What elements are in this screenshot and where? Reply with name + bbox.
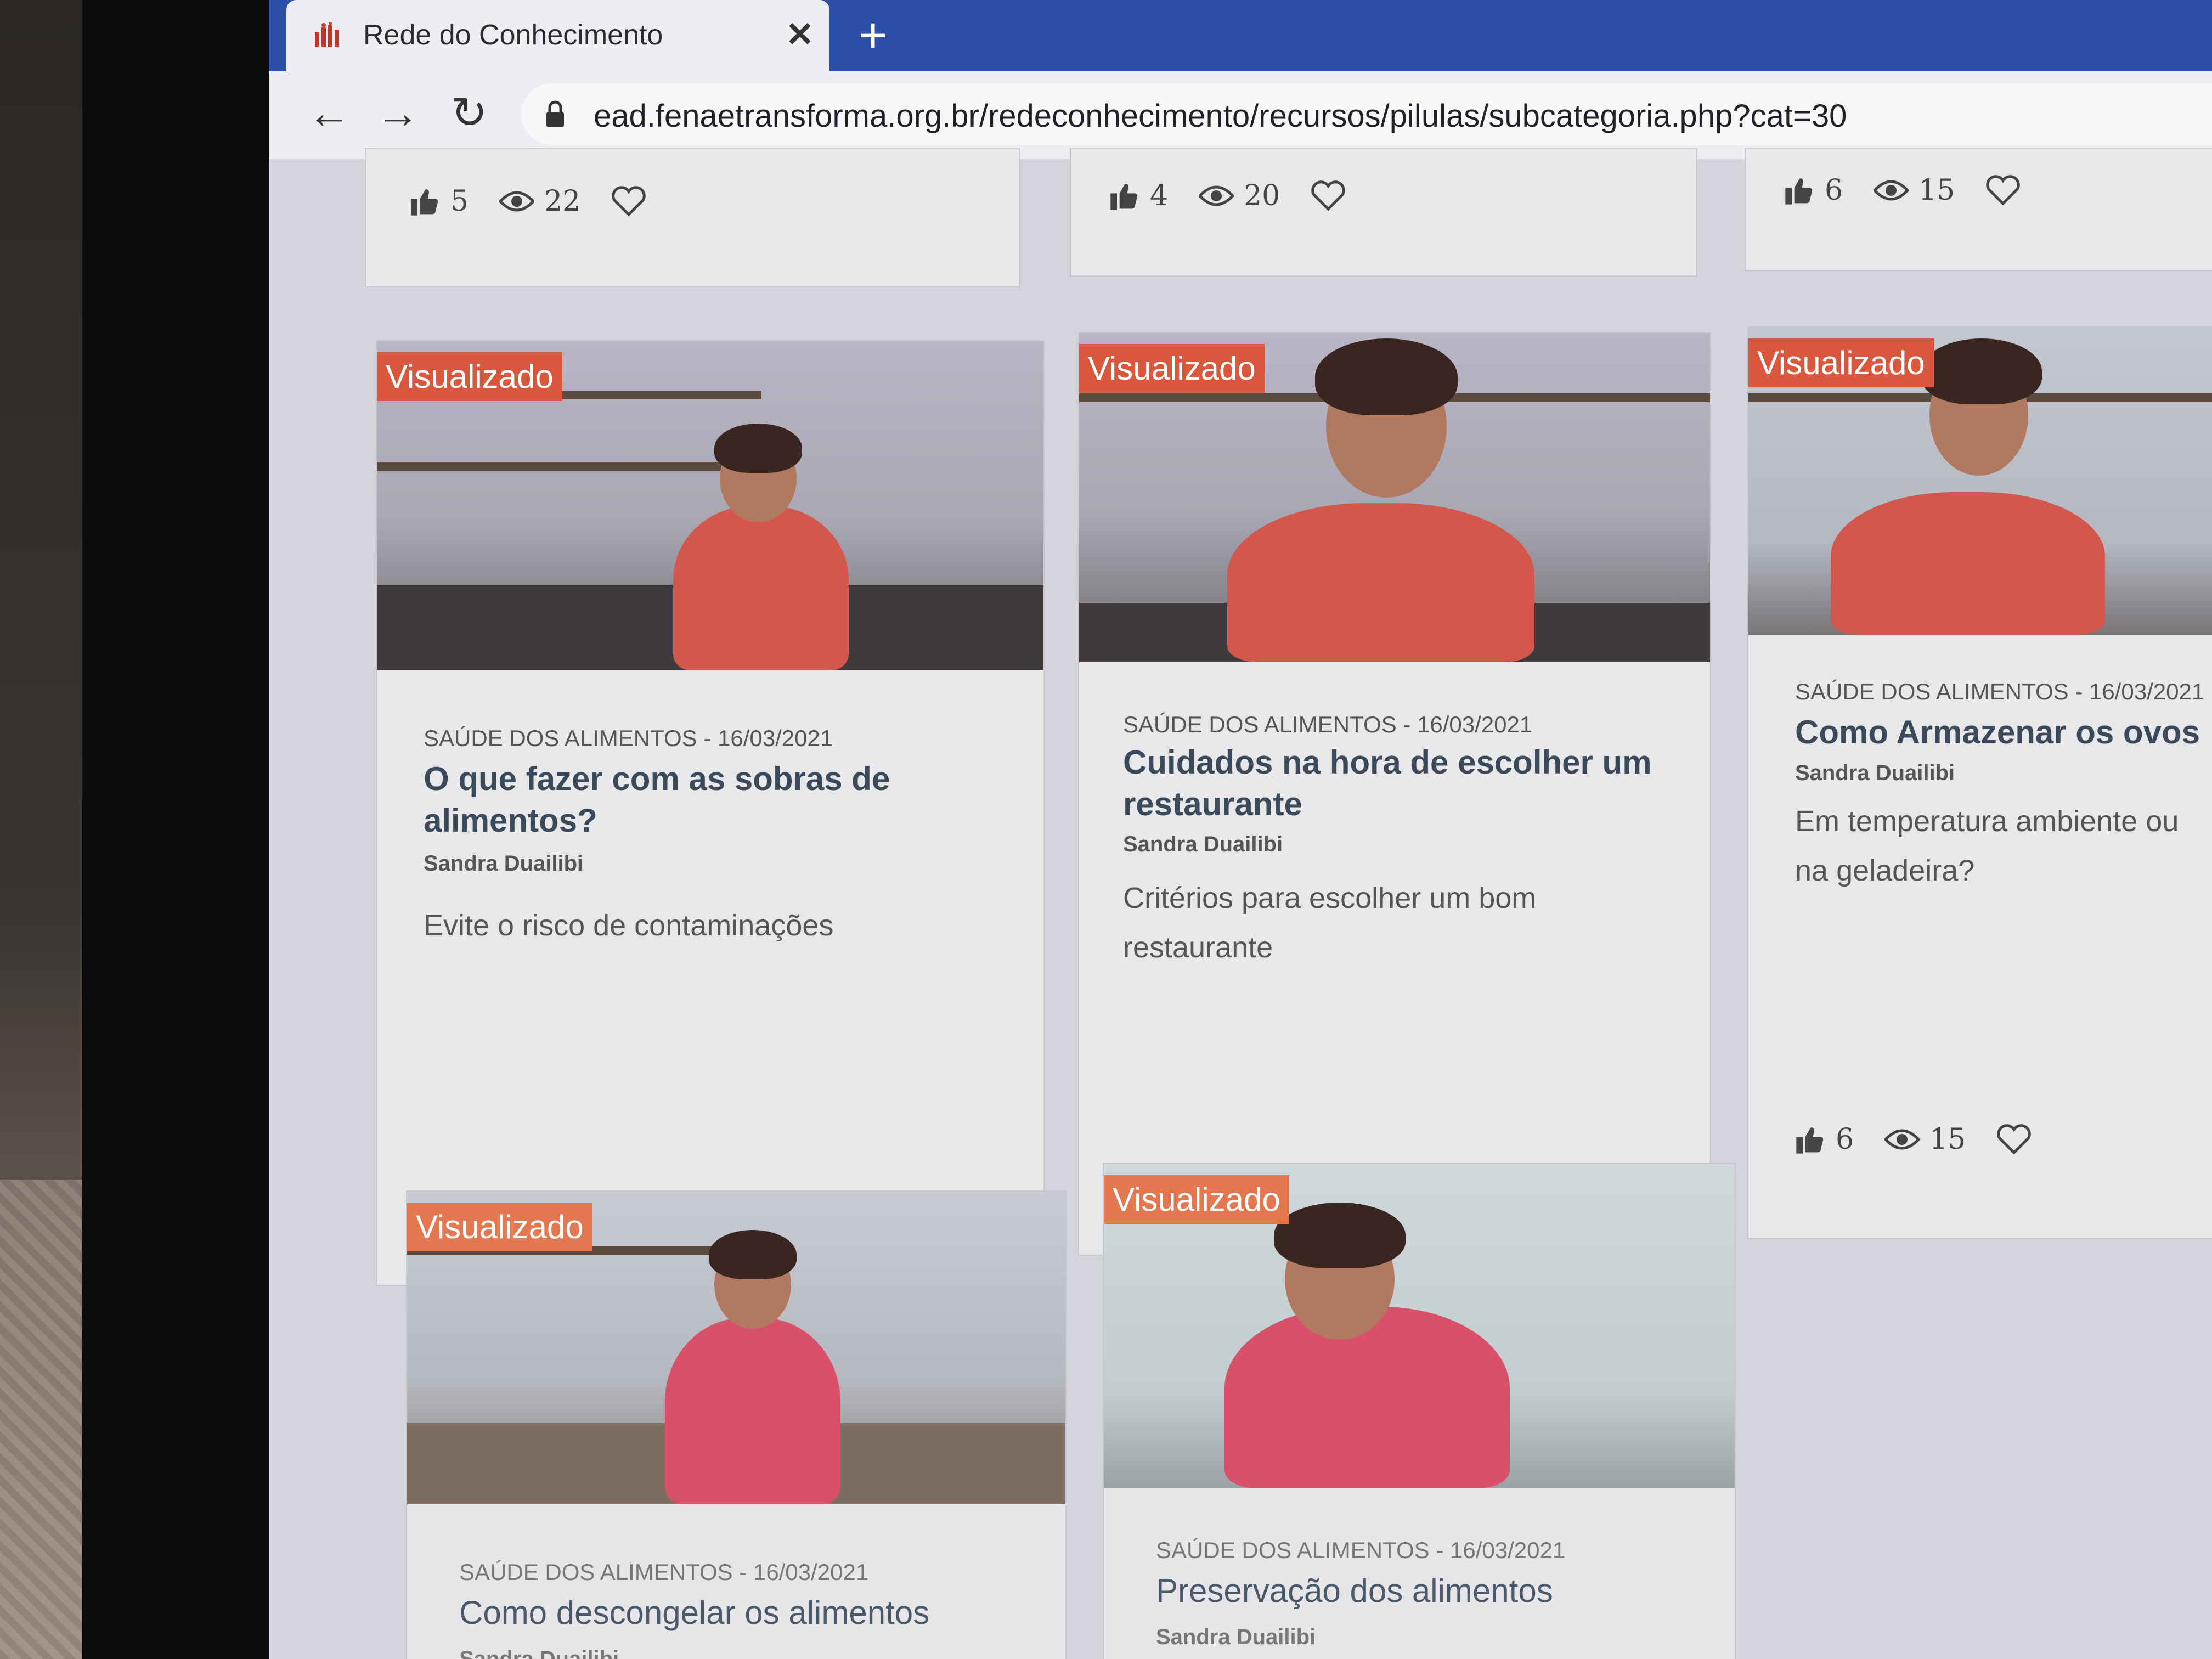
tab-rede-do-conhecimento[interactable]: Rede do Conhecimento ✕ [286, 0, 830, 72]
heart-icon [612, 186, 646, 217]
card-title[interactable]: Preservação dos alimentos [1156, 1570, 1705, 1612]
forward-button[interactable]: → [376, 91, 420, 135]
favorite-button[interactable] [1985, 175, 2021, 206]
like-count: 5 [450, 185, 469, 218]
favorite-button[interactable] [1311, 180, 1346, 211]
video-thumbnail[interactable]: Visualizado [1748, 328, 2212, 635]
video-thumbnail[interactable]: Visualizado [407, 1192, 1065, 1504]
card-stats: 4 20 [1109, 177, 1346, 215]
favorite-button[interactable] [1996, 1124, 2032, 1155]
card-stats: 6 15 [1784, 171, 2021, 210]
card-category-date: SAÚDE DOS ALIMENTOS - 16/03/2021 [424, 725, 833, 751]
card-author: Sandra Duailibi [1156, 1625, 1316, 1649]
browser-window: Rede do Conhecimento ✕ + ← → ↻ ead.fenae… [269, 0, 2212, 1659]
card-description: Evite o risco de contaminações [424, 909, 834, 942]
video-card[interactable]: Visualizado SAÚDE DOS ALIMENTOS - 16/03/… [1747, 326, 2212, 1239]
video-card[interactable]: Visualizado SAÚDE DOS ALIMENTOS - 16/03/… [1078, 332, 1711, 1256]
eye-icon [1884, 1129, 1920, 1150]
viewed-badge: Visualizado [377, 352, 562, 401]
viewed-badge: Visualizado [1079, 344, 1265, 393]
card-description: Em temperatura ambiente ou na geladeira? [1795, 805, 2179, 887]
view-stat: 22 [499, 185, 580, 218]
eye-icon [1199, 185, 1234, 206]
heart-icon [1997, 1124, 2031, 1155]
tab-strip: Rede do Conhecimento ✕ + [269, 0, 2212, 72]
card-description: Nunca guarde alimentos não embalados [1156, 1647, 1705, 1659]
view-stat: 15 [1874, 174, 1955, 207]
video-card[interactable]: Visualizado SAÚDE DOS ALIMENTOS - 16/03/… [406, 1190, 1066, 1659]
heart-icon [1311, 180, 1345, 211]
like-count: 6 [1825, 174, 1843, 207]
like-button[interactable]: 5 [410, 185, 469, 218]
thumbs-up-icon [1796, 1127, 1824, 1154]
site-logo-icon [315, 22, 339, 47]
view-count: 22 [544, 185, 581, 218]
card-top-3[interactable]: 6 15 [1745, 148, 2212, 271]
card-author: Sandra Duailibi [459, 1647, 619, 1659]
url-text: ead.fenaetransforma.org.br/redeconhecime… [594, 98, 1847, 134]
eye-icon [1874, 180, 1909, 201]
like-count: 4 [1150, 179, 1169, 212]
eye-icon [499, 191, 535, 212]
card-author: Sandra Duailibi [1123, 832, 1283, 856]
tab-title: Rede do Conhecimento [363, 19, 663, 51]
video-card[interactable]: Visualizado SAÚDE DOS ALIMENTOS - 16/03/… [376, 340, 1045, 1286]
view-count: 15 [1918, 174, 1955, 207]
thumbs-up-icon [1785, 178, 1813, 205]
like-count: 6 [1836, 1123, 1854, 1156]
back-button[interactable]: ← [307, 91, 351, 135]
view-count: 15 [1929, 1123, 1966, 1156]
card-title[interactable]: Como descongelar os alimentos [459, 1592, 1035, 1634]
video-thumbnail[interactable]: Visualizado [1079, 333, 1710, 662]
card-top-2[interactable]: 4 20 [1070, 148, 1697, 276]
new-tab-button[interactable]: + [859, 8, 888, 64]
card-title[interactable]: O que fazer com as sobras de alimentos? [424, 758, 972, 842]
card-category-date: SAÚDE DOS ALIMENTOS - 16/03/2021 [1795, 679, 2205, 704]
card-stats: 5 22 [410, 182, 646, 221]
card-title[interactable]: Cuidados na hora de escolher um restaura… [1123, 742, 1672, 825]
card-stats: 6 15 [1795, 1120, 2032, 1159]
thumbs-up-icon [1110, 184, 1138, 210]
card-category-date: SAÚDE DOS ALIMENTOS - 16/03/2021 [459, 1559, 869, 1585]
card-top-1[interactable]: 5 22 [365, 148, 1020, 287]
like-button[interactable]: 4 [1109, 179, 1168, 212]
address-bar[interactable]: ead.fenaetransforma.org.br/redeconhecime… [521, 83, 2212, 145]
viewed-badge: Visualizado [1104, 1175, 1289, 1224]
like-button[interactable]: 6 [1795, 1123, 1854, 1156]
card-title[interactable]: Como Armazenar os ovos [1795, 712, 2212, 753]
video-thumbnail[interactable]: Visualizado [377, 341, 1043, 670]
browser-toolbar: ← → ↻ ead.fenaetransforma.org.br/redecon… [269, 71, 2212, 160]
like-button[interactable]: 6 [1784, 174, 1843, 207]
view-count: 20 [1244, 179, 1280, 212]
thumbs-up-icon [411, 189, 438, 216]
video-thumbnail[interactable]: Visualizado [1104, 1164, 1735, 1488]
card-category-date: SAÚDE DOS ALIMENTOS - 16/03/2021 [1156, 1537, 1566, 1563]
view-stat: 15 [1884, 1123, 1966, 1156]
favorite-button[interactable] [611, 186, 646, 217]
heart-icon [1986, 175, 2020, 206]
viewed-badge: Visualizado [1748, 338, 1934, 387]
card-author: Sandra Duailibi [424, 851, 584, 876]
card-author: Sandra Duailibi [1795, 761, 1955, 785]
view-stat: 20 [1199, 179, 1280, 212]
close-icon[interactable]: ✕ [786, 14, 814, 54]
card-category-date: SAÚDE DOS ALIMENTOS - 16/03/2021 [1123, 712, 1533, 737]
page-content: 5 22 4 20 6 15 Visualizado SAÚDE DOS ALI… [269, 148, 2212, 1659]
reload-button[interactable]: ↻ [447, 91, 491, 135]
video-card[interactable]: Visualizado SAÚDE DOS ALIMENTOS - 16/03/… [1103, 1163, 1736, 1659]
lock-icon [546, 100, 564, 127]
viewed-badge: Visualizado [407, 1203, 592, 1251]
card-description: Critérios para escolher um bom restauran… [1123, 882, 1537, 964]
